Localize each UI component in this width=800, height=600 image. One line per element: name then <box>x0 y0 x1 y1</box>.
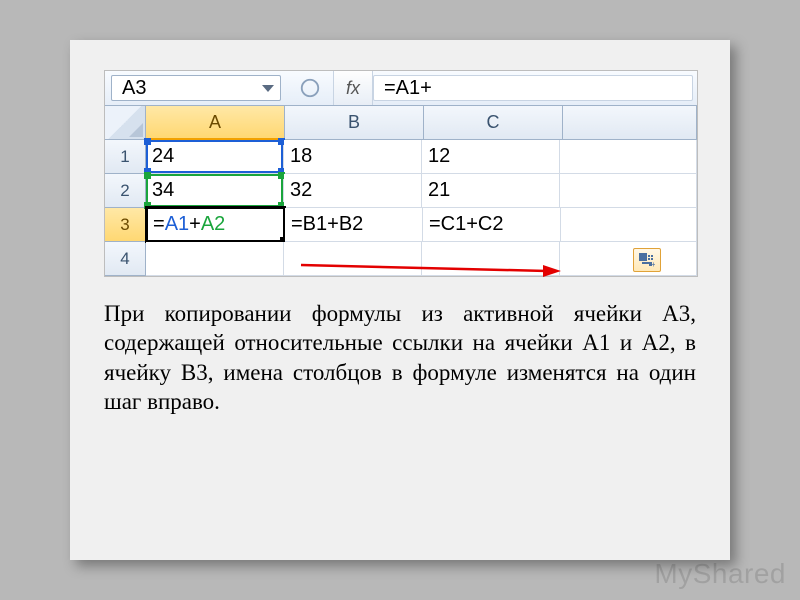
cell-B2[interactable]: 32 <box>284 174 422 208</box>
cell-C4[interactable] <box>422 242 560 276</box>
circle-icon <box>287 71 333 105</box>
cell-C3[interactable]: =C1+C2 <box>423 208 561 242</box>
cell-value: 24 <box>152 145 174 168</box>
row-2: 2 34 32 21 <box>105 174 697 208</box>
cell-C2[interactable]: 21 <box>422 174 560 208</box>
excel-screenshot: A3 fx =A1+ A B C 1 24 <box>104 70 698 277</box>
svg-text:+: + <box>651 260 655 267</box>
cell-D3[interactable] <box>561 208 697 242</box>
fx-button[interactable]: fx <box>333 71 373 105</box>
cell-B4[interactable] <box>284 242 422 276</box>
column-header-empty <box>563 106 697 140</box>
autofill-options-icon[interactable]: + <box>633 248 661 272</box>
cell-A4[interactable] <box>146 242 284 276</box>
cell-formula: =A1+A2 <box>153 213 225 236</box>
spreadsheet-grid: A B C 1 24 18 12 2 34 <box>105 106 697 276</box>
cell-D4[interactable] <box>560 242 697 276</box>
cell-D1[interactable] <box>560 140 697 174</box>
cell-B3[interactable]: =B1+B2 <box>285 208 423 242</box>
cell-A3[interactable]: =A1+A2 <box>147 208 285 242</box>
cell-D2[interactable] <box>560 174 697 208</box>
cell-value: 34 <box>152 179 174 202</box>
cell-C1[interactable]: 12 <box>422 140 560 174</box>
chevron-down-icon[interactable] <box>262 85 274 92</box>
watermark: MyShared <box>654 558 786 590</box>
formula-input[interactable]: =A1+ <box>373 75 693 101</box>
slide: A3 fx =A1+ A B C 1 24 <box>70 40 730 560</box>
row-header-4[interactable]: 4 <box>105 242 146 276</box>
row-1: 1 24 18 12 <box>105 140 697 174</box>
column-header-A[interactable]: A <box>146 106 285 140</box>
formula-bar: A3 fx =A1+ <box>105 71 697 106</box>
explanation-text: При копировании формулы из активной ячей… <box>104 299 696 417</box>
column-header-row: A B C <box>105 106 697 140</box>
column-header-B[interactable]: B <box>285 106 424 140</box>
name-box[interactable]: A3 <box>111 75 281 101</box>
row-3: 3 =A1+A2 =B1+B2 =C1+C2 <box>105 208 697 242</box>
row-header-3[interactable]: 3 <box>105 208 147 242</box>
cell-A2[interactable]: 34 <box>146 174 284 208</box>
cell-B1[interactable]: 18 <box>284 140 422 174</box>
row-header-1[interactable]: 1 <box>105 140 146 174</box>
row-header-2[interactable]: 2 <box>105 174 146 208</box>
cell-A1[interactable]: 24 <box>146 140 284 174</box>
name-box-value: A3 <box>122 77 146 100</box>
row-4: 4 <box>105 242 697 276</box>
column-header-C[interactable]: C <box>424 106 563 140</box>
select-all-corner[interactable] <box>105 106 146 140</box>
